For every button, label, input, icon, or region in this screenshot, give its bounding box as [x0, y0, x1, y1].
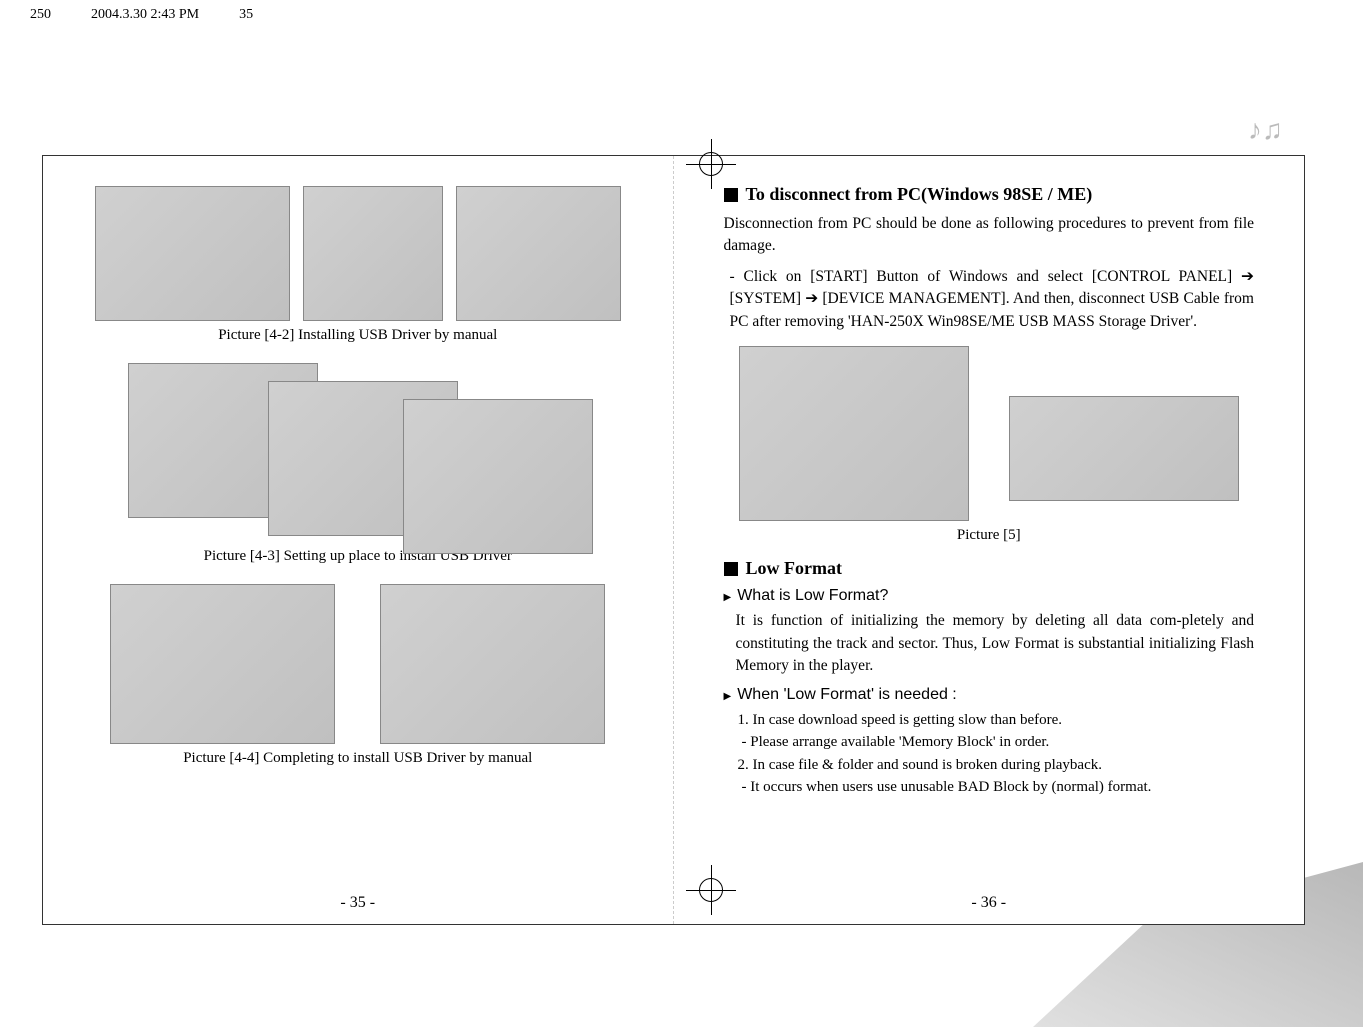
screenshot-update-wizard-3: [403, 399, 593, 554]
section-disconnect-title: To disconnect from PC(Windows 98SE / ME): [746, 184, 1093, 205]
page-number-right: - 36 -: [674, 894, 1305, 912]
screenshot-wizard-ready: [110, 584, 335, 744]
music-note-icon: ♪♫: [1248, 115, 1283, 147]
caption-4-4: Picture [4-4] Completing to install USB …: [93, 750, 623, 767]
caption-4-2: Picture [4-2] Installing USB Driver by m…: [93, 327, 623, 344]
crop-mark-top: [699, 152, 749, 202]
lowformat-description: It is function of initializing the memor…: [724, 610, 1255, 677]
crop-mark-bottom: [699, 878, 749, 928]
section-lowformat-header: Low Format: [724, 558, 1255, 579]
figure-4-4-images: [93, 579, 623, 750]
page-number-left: - 35 -: [43, 894, 673, 912]
screenshot-usb-device-properties: [456, 186, 621, 321]
lowformat-item-2-note: - It occurs when users use unusable BAD …: [724, 776, 1255, 799]
screenshot-system-properties-remove: [739, 346, 969, 521]
screenshot-system-properties: [303, 186, 443, 321]
lowformat-item-1-note: - Please arrange available 'Memory Block…: [724, 731, 1255, 754]
page-36: To disconnect from PC(Windows 98SE / ME)…: [674, 156, 1305, 924]
disconnect-steps: - Click on [START] Button of Windows and…: [724, 266, 1255, 333]
subheader-when-needed: When 'Low Format' is needed :: [724, 686, 1255, 704]
figure-4-2-images: [93, 181, 623, 327]
doc-id: 250: [30, 7, 51, 23]
print-timestamp: 2004.3.30 2:43 PM: [91, 7, 199, 23]
figure-4-3-images: [93, 358, 623, 548]
document-spread: Picture [4-2] Installing USB Driver by m…: [42, 155, 1305, 925]
print-header: 250 2004.3.30 2:43 PM 35: [30, 0, 253, 30]
screenshot-wizard-finish: [380, 584, 605, 744]
lowformat-item-2: 2. In case file & folder and sound is br…: [724, 754, 1255, 777]
screenshot-new-hardware-found: [95, 186, 290, 321]
subheader-what-is: What is Low Format?: [724, 587, 1255, 605]
disconnect-intro: Disconnection from PC should be done as …: [724, 213, 1255, 258]
figure-5-images: [724, 341, 1255, 527]
page-35: Picture [4-2] Installing USB Driver by m…: [43, 156, 674, 924]
caption-5: Picture [5]: [724, 527, 1255, 544]
bullet-square-icon: [724, 562, 738, 576]
section-lowformat-title: Low Format: [746, 558, 842, 579]
page-marker: 35: [239, 7, 253, 23]
lowformat-item-1: 1. In case download speed is getting slo…: [724, 709, 1255, 732]
screenshot-confirm-device-removal: [1009, 396, 1239, 501]
section-disconnect-header: To disconnect from PC(Windows 98SE / ME): [724, 184, 1255, 205]
